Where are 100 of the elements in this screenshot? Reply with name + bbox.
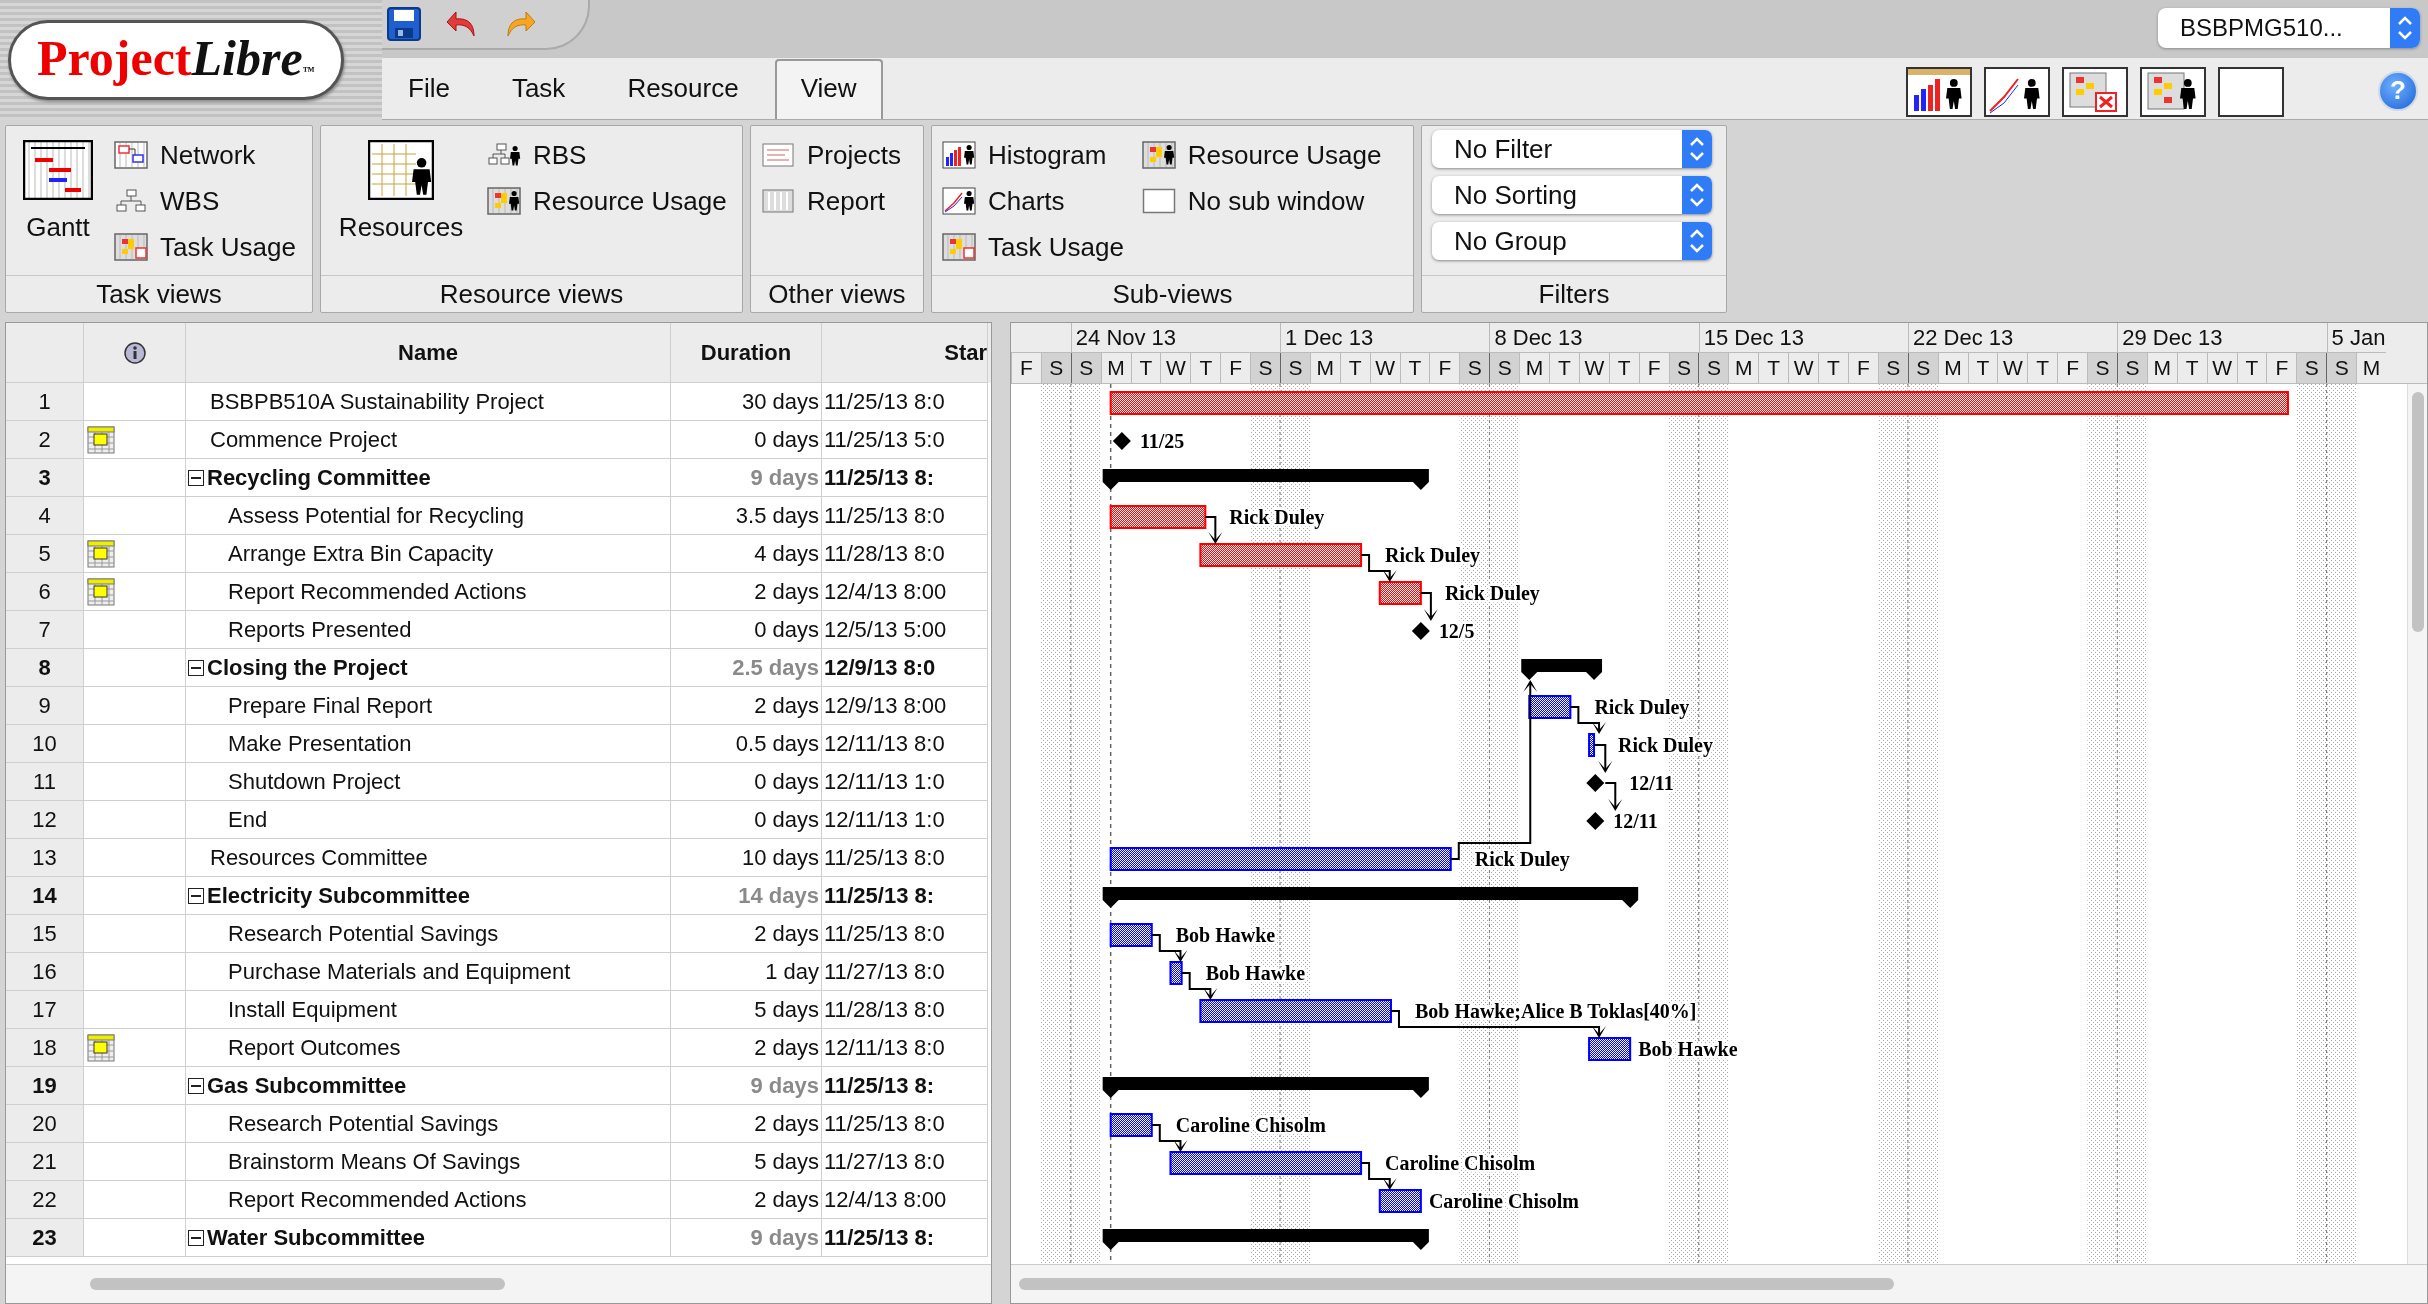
view-button[interactable]: Charts — [942, 178, 1124, 224]
duration-cell: 9 days — [671, 1219, 822, 1257]
start-cell: 11/25/13 8: — [822, 1219, 988, 1257]
task-name: Prepare Final Report — [228, 692, 433, 719]
duration-cell: 0 days — [671, 763, 822, 801]
view-button[interactable]: Histogram — [942, 132, 1124, 178]
day-label: T — [1608, 353, 1639, 383]
row-number: 2 — [6, 421, 84, 459]
menu-tab[interactable]: Task — [485, 59, 592, 119]
task-name: Purchase Materials and Equipment — [228, 958, 571, 985]
group-title: Task views — [6, 275, 312, 312]
stepper-icon — [1682, 176, 1712, 214]
start-cell: 11/25/13 8:0 — [822, 915, 988, 953]
start-cell: 11/25/13 8:0 — [822, 383, 988, 421]
menu-tab[interactable]: Resource — [601, 59, 765, 119]
save-icon[interactable] — [386, 6, 422, 42]
column-header[interactable] — [84, 323, 186, 383]
view-button[interactable]: Report — [761, 178, 901, 224]
histogram-person-icon[interactable] — [1906, 66, 1972, 117]
collapse-icon[interactable] — [188, 659, 204, 676]
task-name: Report Recommended Actions — [228, 1186, 527, 1213]
bar-label: Bob Hawke — [1638, 1038, 1738, 1060]
scroll-thumb[interactable] — [90, 1278, 505, 1290]
row-number: 12 — [6, 801, 84, 839]
column-header[interactable]: Duration — [671, 323, 822, 383]
day-label: T — [2236, 353, 2267, 383]
grid-cross-icon[interactable] — [2062, 66, 2128, 117]
row-number: 5 — [6, 535, 84, 573]
collapse-icon[interactable] — [188, 469, 204, 486]
task-name: End — [228, 806, 268, 833]
duration-cell: 5 days — [671, 1143, 822, 1181]
project-dropdown[interactable]: BSBPMG510... — [2158, 8, 2420, 48]
duration-cell: 2 days — [671, 1105, 822, 1143]
network-diagram-icon — [114, 141, 148, 169]
scroll-thumb[interactable] — [2412, 392, 2424, 632]
row-number: 7 — [6, 611, 84, 649]
day-label: T — [2176, 353, 2207, 383]
task-name: Brainstorm Means Of Savings — [228, 1148, 521, 1175]
duration-cell: 10 days — [671, 839, 822, 877]
stepper-icon — [2390, 8, 2420, 48]
horizontal-scrollbar[interactable] — [1011, 1264, 2427, 1303]
start-cell: 11/25/13 8:0 — [822, 497, 988, 535]
day-label: S — [2326, 353, 2357, 383]
collapse-icon[interactable] — [188, 1077, 204, 1094]
duration-cell: 2 days — [671, 687, 822, 725]
view-button[interactable]: Task Usage — [942, 224, 1124, 270]
day-label: F — [1011, 353, 1041, 383]
task-name: Shutdown Project — [228, 768, 401, 795]
day-label: S — [1877, 353, 1908, 383]
vertical-scrollbar[interactable] — [2407, 384, 2427, 1264]
collapse-icon[interactable] — [188, 1229, 204, 1246]
line-chart-person-icon[interactable] — [1984, 66, 2050, 117]
resource-sheet-icon — [368, 140, 434, 200]
view-button[interactable]: Resource Usage — [487, 178, 727, 224]
day-label: W — [2206, 353, 2237, 383]
view-button[interactable]: WBS — [114, 178, 296, 224]
task-name: Make Presentation — [228, 730, 412, 757]
app-logo: ProjectLibre™ — [8, 20, 344, 100]
task-name: Resources Committee — [210, 844, 428, 871]
bar-label: Rick Duley — [1618, 734, 1713, 756]
view-button[interactable]: Network — [114, 132, 296, 178]
horizontal-scrollbar[interactable] — [6, 1264, 991, 1303]
task-name: BSBPB510A Sustainability Project — [210, 388, 544, 415]
line-chart-icon — [942, 187, 976, 215]
view-button[interactable]: Resources — [331, 132, 471, 243]
menu-tab[interactable]: File — [382, 59, 476, 119]
info-icon — [122, 340, 147, 365]
task-name: Arrange Extra Bin Capacity — [228, 540, 494, 567]
bar-label: Bob Hawke — [1205, 962, 1306, 984]
row-number: 19 — [6, 1067, 84, 1105]
start-cell: 11/25/13 8: — [822, 1067, 988, 1105]
group-title: Resource views — [321, 275, 742, 312]
column-header[interactable]: Star — [822, 323, 988, 383]
scroll-thumb[interactable] — [1019, 1278, 1894, 1290]
filter-dropdown[interactable]: No Filter — [1432, 130, 1712, 168]
view-button[interactable]: RBS — [487, 132, 727, 178]
bar-label: Bob Hawke;Alice B Toklas[40%] — [1415, 1000, 1697, 1022]
day-label: T — [1190, 353, 1221, 383]
start-cell: 12/11/13 1:0 — [822, 801, 988, 839]
column-header[interactable]: Name — [186, 323, 671, 383]
start-cell: 11/28/13 8:0 — [822, 991, 988, 1029]
row-number: 17 — [6, 991, 84, 1029]
blank-toolbar-button[interactable] — [2218, 66, 2284, 117]
collapse-icon[interactable] — [188, 887, 204, 904]
view-button[interactable]: Projects — [761, 132, 901, 178]
grid-person-icon[interactable] — [2140, 66, 2206, 117]
filter-dropdown[interactable]: No Group — [1432, 222, 1712, 260]
view-button[interactable]: No sub window — [1141, 178, 1382, 224]
tree-chart-icon — [114, 187, 148, 215]
view-button[interactable]: Task Usage — [114, 224, 296, 270]
filter-dropdown[interactable]: No Sorting — [1432, 176, 1712, 214]
day-label: M — [2146, 353, 2177, 383]
view-button[interactable]: Gantt — [16, 132, 100, 243]
bar-label: Bob Hawke — [1175, 924, 1276, 946]
duration-cell: 14 days — [671, 877, 822, 915]
menu-tab[interactable]: View — [774, 59, 883, 119]
day-label: S — [2296, 353, 2327, 383]
duration-cell: 9 days — [671, 459, 822, 497]
view-button[interactable]: Resource Usage — [1141, 132, 1382, 178]
row-number: 10 — [6, 725, 84, 763]
